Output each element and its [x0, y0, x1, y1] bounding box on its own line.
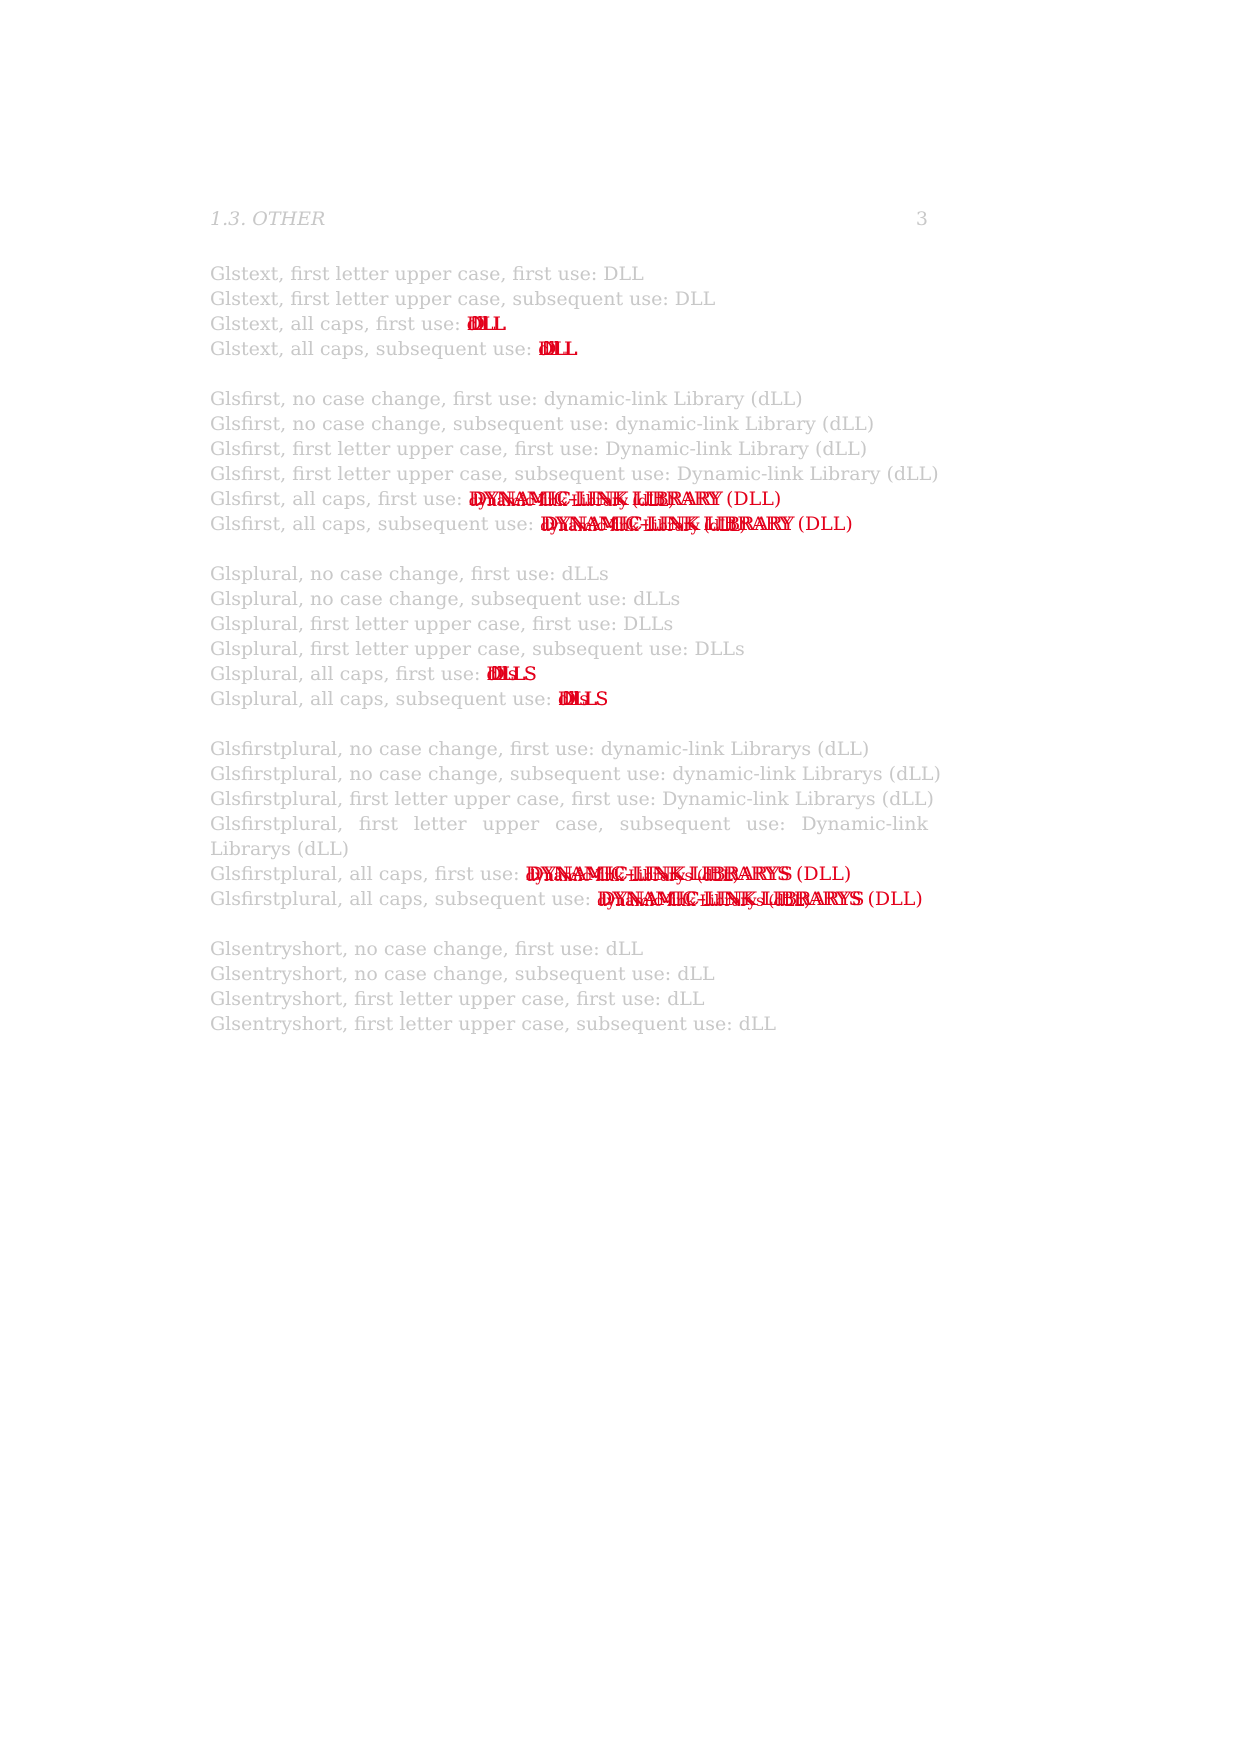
- line-value: dLL: [667, 988, 705, 1010]
- line-label: Glsfirstplural, first letter upper case,…: [210, 813, 802, 835]
- text-line: Glsfirst, all caps, first use: dynamic-l…: [210, 487, 928, 512]
- overprinted-value: dlls DLLS DLLS: [486, 662, 537, 687]
- line-label: Glsfirstplural, no case change, first us…: [210, 738, 601, 760]
- line-value: Dynamic-link Librarys (dLL): [662, 788, 934, 810]
- line-label: Glsplural, first letter upper case, firs…: [210, 613, 624, 635]
- text-line: Glsfirstplural, first letter upper case,…: [210, 787, 934, 812]
- text-line: Glsplural, first letter upper case, firs…: [210, 612, 928, 637]
- text-line: Glsfirstplural, all caps, subsequent use…: [210, 887, 928, 912]
- line-label: Glstext, first letter upper case, first …: [210, 263, 604, 285]
- overprint-layer: DLLS: [489, 663, 537, 685]
- line-label: Glsfirst, all caps, first use:: [210, 488, 469, 510]
- overprinted-value: dll DLL DLL: [538, 337, 577, 362]
- line-label: Glsfirstplural, all caps, first use:: [210, 863, 526, 885]
- line-label: Glsfirstplural, no case change, subseque…: [210, 763, 673, 785]
- line-label: Glsfirst, first letter upper case, first…: [210, 438, 606, 460]
- line-value: DLLs: [694, 638, 745, 660]
- line-value: dLLs: [633, 588, 681, 610]
- body-text: Glstext, first letter upper case, first …: [210, 262, 941, 1062]
- line-value: dLL: [677, 963, 715, 985]
- overprint-layer: DLL: [541, 338, 577, 360]
- line-value: dynamic-link Library (dLL): [615, 413, 875, 435]
- line-label: Glsfirst, no case change, subsequent use…: [210, 413, 616, 435]
- overprinted-value: dynamic-link Librarys (dLL) DYNAMIC-LINK …: [526, 862, 852, 887]
- text-line: Glsentryshort, no case change, subsequen…: [210, 962, 928, 987]
- paragraph: Glsplural, no case change, first use: dL…: [210, 562, 928, 712]
- line-label: Glsplural, no case change, first use:: [210, 563, 562, 585]
- text-line: Glsfirst, first letter upper case, subse…: [210, 462, 939, 487]
- paragraph: Glsfirstplural, no case change, first us…: [210, 737, 941, 912]
- line-value: dLL: [605, 938, 644, 960]
- line-label: Glsfirst, no case change, first use:: [210, 388, 544, 410]
- text-line: Glsplural, first letter upper case, subs…: [210, 637, 928, 662]
- line-value: DLL: [674, 288, 716, 310]
- text-line: Glsfirstplural, all caps, first use: dyn…: [210, 862, 928, 887]
- line-label: Glsplural, all caps, first use:: [210, 663, 487, 685]
- text-line: Glsplural, no case change, subsequent us…: [210, 587, 928, 612]
- line-label: Glsentryshort, first letter upper case, …: [210, 988, 668, 1010]
- running-head: 1.3. OTHER 3: [210, 206, 928, 232]
- text-line: Glstext, first letter upper case, subseq…: [210, 287, 928, 312]
- line-value: Dynamic-link Library (dLL): [605, 438, 868, 460]
- overprint-layer: DYNAMIC-LINK LIBRARYS: [528, 863, 793, 885]
- line-label: Glsfirstplural, first letter upper case,…: [210, 788, 663, 810]
- overprinted-value: dlls DLLS DLLS: [558, 687, 609, 712]
- paragraph: Glsfirst, no case change, first use: dyn…: [210, 387, 939, 537]
- line-label: Glsplural, all caps, subsequent use:: [210, 688, 558, 710]
- line-label: Glstext, all caps, first use:: [210, 313, 467, 335]
- line-value: dLL: [738, 1013, 777, 1035]
- page-number: 3: [915, 208, 928, 230]
- text-line: Glsentryshort, first letter upper case, …: [210, 1012, 928, 1037]
- line-value: dynamic-link Librarys (dLL): [672, 763, 941, 785]
- line-value: Dynamic-link Library (dLL): [676, 463, 939, 485]
- text-line: Glsplural, all caps, first use: dlls DLLS…: [210, 662, 928, 687]
- text-line: Glsfirstplural, first letter upper case,…: [210, 812, 928, 862]
- overprint-layer: DYNAMIC-LINK LIBRARY: [471, 488, 723, 510]
- text-line: Glstext, all caps, first use: dll DLL DLL: [210, 312, 928, 337]
- line-value: DLL: [603, 263, 644, 285]
- overprint-layer: DYNAMIC-LINK LIBRARY: [543, 513, 795, 535]
- overprinted-value: dll DLL DLL: [467, 312, 506, 337]
- line-value: DLLs: [623, 613, 674, 635]
- line-label: Glsplural, no case change, subsequent us…: [210, 588, 634, 610]
- section-heading: 1.3. OTHER: [210, 208, 326, 230]
- paragraph: Glstext, first letter upper case, first …: [210, 262, 928, 362]
- text-line: Glsfirst, no case change, subsequent use…: [210, 412, 928, 437]
- text-line: Glsfirst, no case change, first use: dyn…: [210, 387, 928, 412]
- text-line: Glsfirstplural, no case change, subseque…: [210, 762, 941, 787]
- line-label: Glsfirst, first letter upper case, subse…: [210, 463, 677, 485]
- line-value: dynamic-link Library (dLL): [543, 388, 803, 410]
- line-label: Glsplural, first letter upper case, subs…: [210, 638, 695, 660]
- line-label: Glsfirst, all caps, subsequent use:: [210, 513, 541, 535]
- text-line: Glstext, all caps, subsequent use: dll DL…: [210, 337, 928, 362]
- overprint-layer: DYNAMIC-LINK LIBRARYS: [600, 888, 865, 910]
- line-label: Glstext, all caps, subsequent use:: [210, 338, 539, 360]
- overprinted-value: dynamic-link Library (dLL) DYNAMIC-LINK L…: [469, 487, 782, 512]
- line-label: Glstext, first letter upper case, subseq…: [210, 288, 675, 310]
- line-value: dLLs: [561, 563, 609, 585]
- overprinted-value: dynamic-link Librarys (dLL) DYNAMIC-LINK …: [597, 887, 923, 912]
- text-line: Glsfirst, all caps, subsequent use: dyna…: [210, 512, 928, 537]
- document-page: 1.3. OTHER 3 Glstext, first letter upper…: [0, 0, 1240, 1754]
- line-label: Glsentryshort, no case change, first use…: [210, 938, 606, 960]
- text-line: Glsentryshort, first letter upper case, …: [210, 987, 928, 1012]
- overprint-layer: DLL: [469, 313, 506, 335]
- text-line: Glsfirstplural, no case change, first us…: [210, 737, 928, 762]
- line-label: Glsentryshort, no case change, subsequen…: [210, 963, 678, 985]
- paragraph: Glsentryshort, no case change, first use…: [210, 937, 928, 1037]
- text-line: Glsplural, all caps, subsequent use: dll…: [210, 687, 928, 712]
- line-value: dynamic-link Librarys (dLL): [600, 738, 870, 760]
- text-line: Glsentryshort, no case change, first use…: [210, 937, 928, 962]
- line-label: Glsfirstplural, all caps, subsequent use…: [210, 888, 598, 910]
- overprint-layer: DLLS: [560, 688, 609, 710]
- text-line: Glsfirst, first letter upper case, first…: [210, 437, 928, 462]
- line-label: Glsentryshort, first letter upper case, …: [210, 1013, 739, 1035]
- overprinted-value: dynamic-link Library (dLL) DYNAMIC-LINK L…: [540, 512, 853, 537]
- text-line: Glstext, first letter upper case, first …: [210, 262, 928, 287]
- text-line: Glsplural, no case change, first use: dL…: [210, 562, 928, 587]
